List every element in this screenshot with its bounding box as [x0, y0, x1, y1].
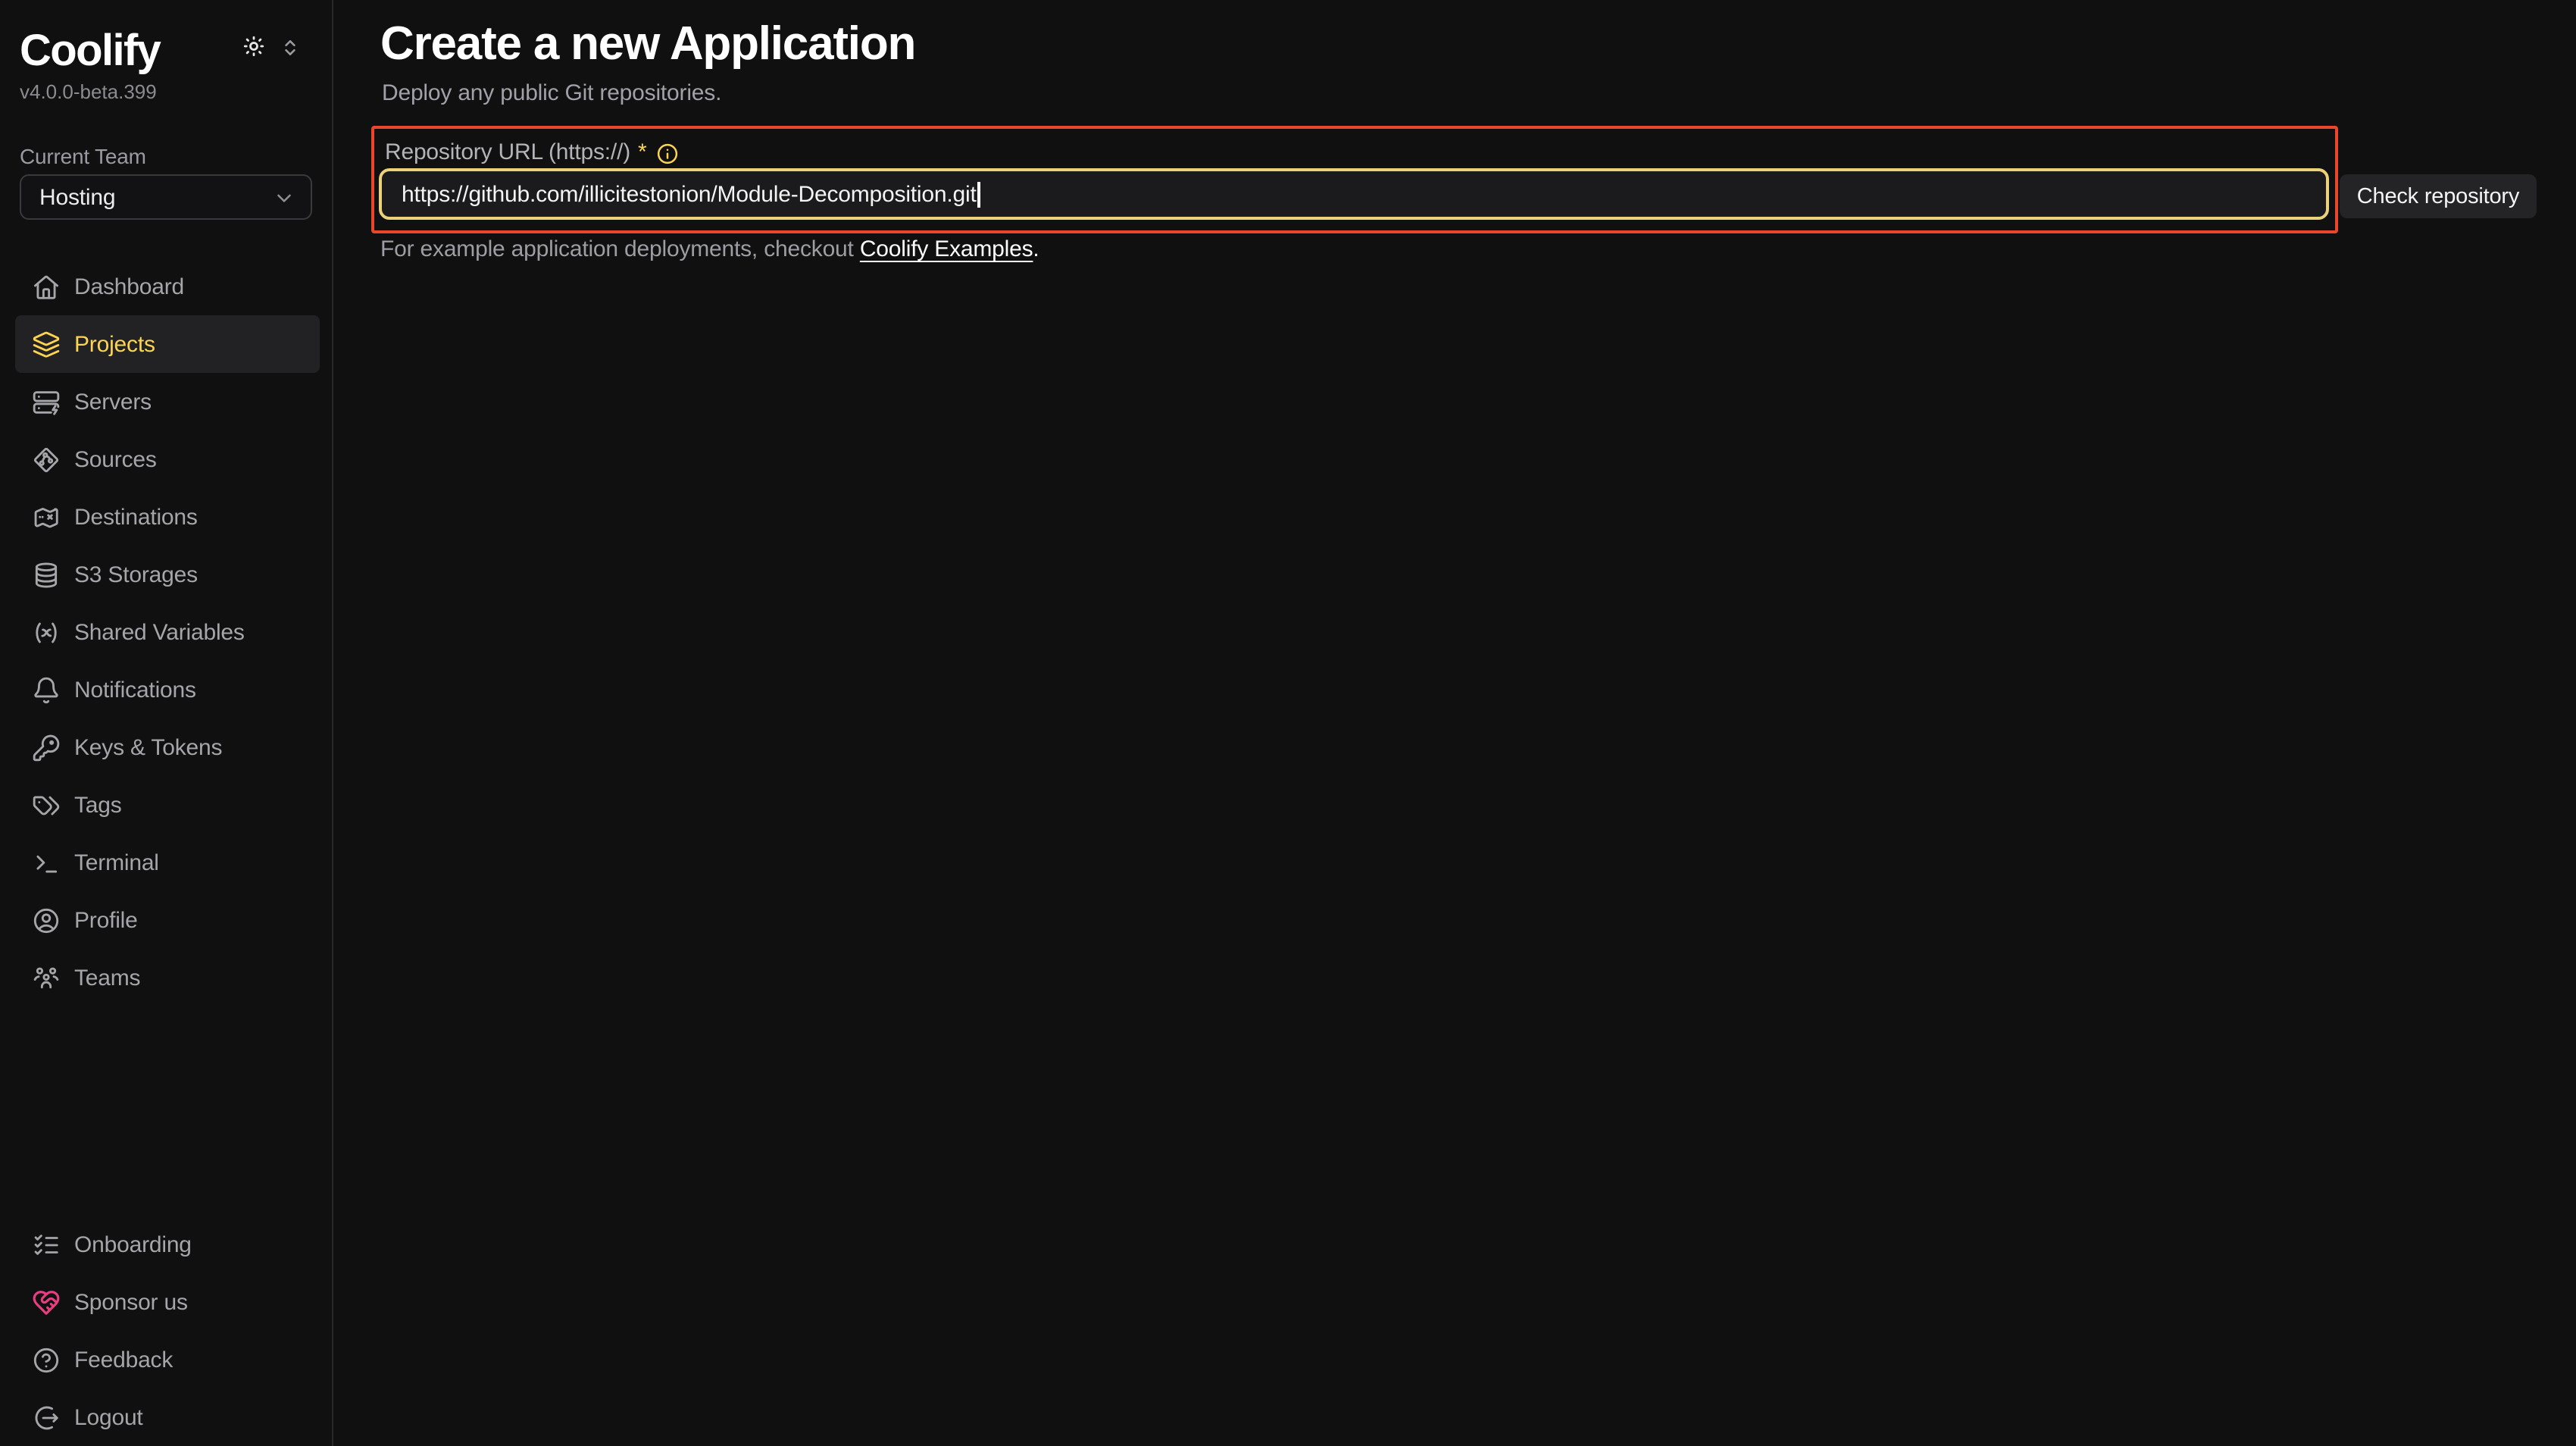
sidebar-item-label: Servers [74, 389, 152, 415]
repository-url-input[interactable]: https://github.com/illicitestonion/Modul… [379, 168, 2329, 220]
repository-url-label-text: Repository URL (https://) [385, 139, 630, 167]
sidebar-item-label: Terminal [74, 850, 159, 875]
tags-icon [32, 790, 61, 819]
page-title: Create a new Application [380, 15, 915, 73]
chevrons-up-down-icon[interactable] [280, 38, 300, 58]
current-team-label: Current Team [20, 144, 312, 170]
repository-url-value: https://github.com/illicitestonion/Modul… [402, 181, 977, 207]
sidebar-item-sponsor-us[interactable]: Sponsor us [0, 1273, 332, 1331]
app-version: v4.0.0-beta.399 [20, 79, 312, 105]
bell-icon [32, 675, 61, 704]
heart-handshake-icon [32, 1288, 61, 1316]
sidebar-nav: Dashboard Projects [0, 258, 332, 1006]
sidebar-item-destinations[interactable]: Destinations [0, 488, 332, 546]
text-caret [978, 181, 980, 207]
sidebar-footer-nav: Onboarding Sponsor us [0, 1216, 332, 1446]
coolify-app: Coolify v4.0.0-beta.399 Current Team [0, 0, 2576, 1446]
sidebar-item-label: Shared Variables [74, 619, 245, 645]
team-select[interactable]: Hosting [20, 174, 312, 220]
app-logo: Coolify [20, 26, 312, 77]
main-content: Create a new Application Deploy any publ… [333, 0, 2576, 1446]
sidebar-item-label: Teams [74, 965, 140, 991]
user-circle-icon [32, 906, 61, 934]
helper-text: For example application deployments, che… [380, 236, 1039, 262]
checklist-icon [32, 1230, 61, 1259]
home-icon [32, 272, 61, 301]
key-icon [32, 733, 61, 762]
info-icon[interactable] [656, 142, 679, 164]
team-select-value: Hosting [39, 184, 273, 210]
sidebar-item-label: Dashboard [74, 274, 184, 299]
sidebar-header: Coolify v4.0.0-beta.399 [0, 0, 332, 105]
logout-icon [32, 1403, 61, 1432]
sidebar-item-teams[interactable]: Teams [0, 949, 332, 1006]
sidebar-item-notifications[interactable]: Notifications [0, 661, 332, 718]
coolify-examples-link[interactable]: Coolify Examples [860, 236, 1033, 262]
helper-prefix: For example application deployments, che… [380, 236, 860, 262]
sidebar-item-projects[interactable]: Projects [15, 315, 320, 373]
sidebar-item-sources[interactable]: Sources [0, 430, 332, 488]
check-repository-button[interactable]: Check repository [2340, 174, 2537, 218]
variables-icon [32, 618, 61, 646]
sidebar-item-profile[interactable]: Profile [0, 891, 332, 949]
sidebar-item-keys-tokens[interactable]: Keys & Tokens [0, 718, 332, 776]
sidebar-item-s3-storages[interactable]: S3 Storages [0, 546, 332, 603]
users-icon [32, 963, 61, 992]
sidebar-item-label: S3 Storages [74, 562, 198, 587]
sidebar-item-label: Destinations [74, 504, 198, 530]
sidebar-item-label: Notifications [74, 677, 196, 703]
sidebar-item-shared-variables[interactable]: Shared Variables [0, 603, 332, 661]
sidebar-item-feedback[interactable]: Feedback [0, 1331, 332, 1388]
sidebar-item-label: Onboarding [74, 1232, 192, 1257]
sidebar-item-label: Profile [74, 907, 138, 933]
terminal-icon [32, 848, 61, 877]
repository-url-label: Repository URL (https://) * [385, 139, 679, 167]
layers-icon [32, 330, 61, 358]
sidebar-item-dashboard[interactable]: Dashboard [0, 258, 332, 315]
sidebar-item-label: Tags [74, 792, 122, 818]
sidebar-item-label: Sources [74, 446, 157, 472]
sidebar-item-servers[interactable]: Servers [0, 373, 332, 430]
theme-toggle-sun-icon[interactable] [242, 35, 265, 58]
server-icon [32, 387, 61, 416]
sidebar-item-tags[interactable]: Tags [0, 776, 332, 834]
sidebar-item-logout[interactable]: Logout [0, 1388, 332, 1446]
sidebar-item-terminal[interactable]: Terminal [0, 834, 332, 891]
sidebar-item-label: Projects [74, 331, 155, 357]
sidebar-item-label: Feedback [74, 1347, 173, 1372]
sidebar-item-label: Keys & Tokens [74, 734, 222, 760]
sidebar-item-label: Sponsor us [74, 1289, 188, 1315]
sidebar-item-label: Logout [74, 1404, 143, 1430]
git-source-icon [32, 445, 61, 474]
map-icon [32, 502, 61, 531]
sidebar-item-onboarding[interactable]: Onboarding [0, 1216, 332, 1273]
database-icon [32, 560, 61, 589]
helper-suffix: . [1033, 236, 1039, 262]
sidebar: Coolify v4.0.0-beta.399 Current Team [0, 0, 333, 1446]
page-subtitle: Deploy any public Git repositories. [382, 80, 721, 106]
chevron-down-icon [273, 186, 295, 208]
team-section: Current Team Hosting [0, 144, 332, 220]
required-asterisk: * [638, 139, 647, 167]
help-circle-icon [32, 1345, 61, 1374]
